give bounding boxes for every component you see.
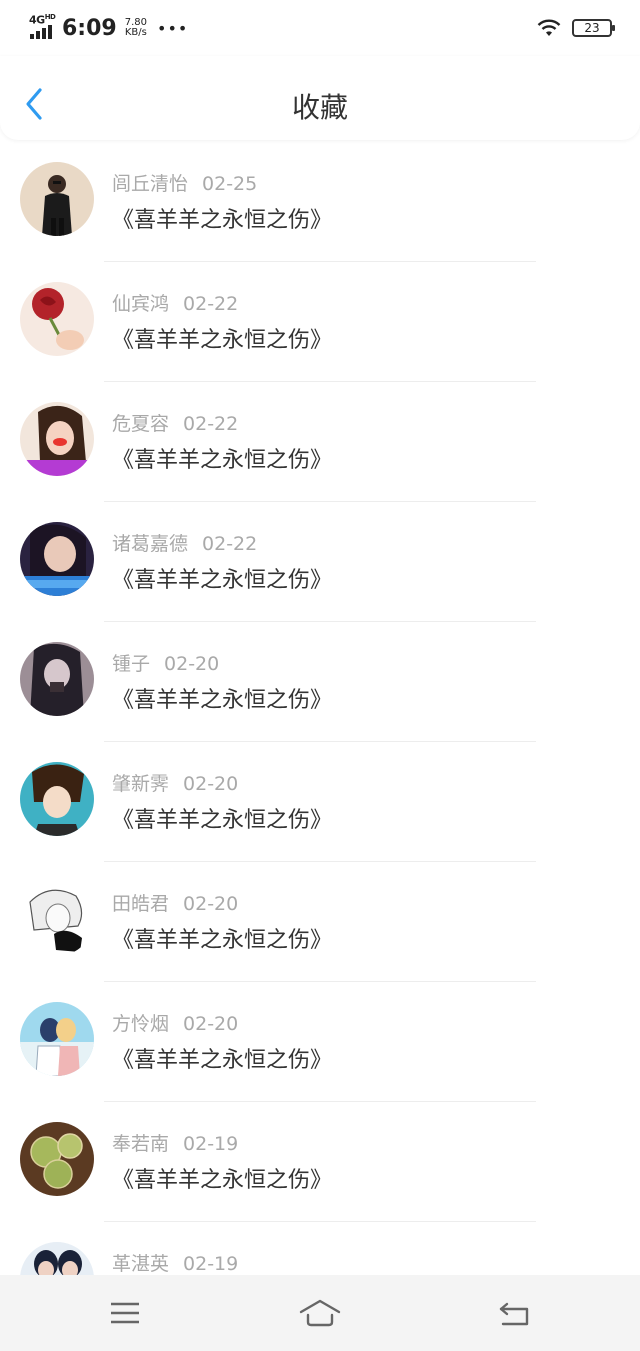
speed-unit: KB/s [124, 27, 147, 38]
girl-selfie-avatar[interactable] [20, 522, 94, 596]
item-date: 02-19 [183, 1133, 239, 1155]
item-date: 02-22 [183, 293, 239, 315]
book-title[interactable]: 《喜羊羊之永恒之伤》 [112, 442, 332, 474]
book-title[interactable]: 《喜羊羊之永恒之伤》 [112, 562, 332, 594]
wifi-icon [537, 19, 561, 36]
item-meta: 仙宾鸿 02-22 [112, 289, 238, 316]
book-title[interactable]: 《喜羊羊之永恒之伤》 [112, 1042, 332, 1074]
home-icon [299, 1299, 341, 1327]
book-title[interactable]: 《喜羊羊之永恒之伤》 [112, 202, 332, 234]
cactus-avatar[interactable] [20, 1122, 94, 1196]
list-item[interactable]: 诸葛嘉德 02-22 《喜羊羊之永恒之伤》 [0, 502, 640, 622]
item-meta: 诸葛嘉德 02-22 [112, 529, 257, 556]
status-bar: 4GHD 6:09 7.80 KB/s ••• 23 [0, 0, 640, 56]
status-right: 23 [536, 18, 615, 38]
item-meta: 锺子 02-20 [112, 649, 219, 676]
user-name: 仙宾鸿 [112, 293, 170, 315]
item-meta: 危夏容 02-22 [112, 409, 238, 436]
book-title[interactable]: 《喜羊羊之永恒之伤》 [112, 1162, 332, 1194]
user-name: 田皓君 [112, 893, 170, 915]
user-name: 革湛英 [112, 1253, 170, 1275]
battery-icon: 23 [572, 19, 615, 37]
item-date: 02-25 [202, 173, 258, 195]
anime-sketch-avatar[interactable] [20, 882, 94, 956]
header: 收藏 [0, 56, 640, 140]
item-date: 02-20 [164, 653, 220, 675]
status-left: 4GHD 6:09 7.80 KB/s ••• [28, 13, 189, 41]
item-meta: 田皓君 02-20 [112, 889, 238, 916]
list-item[interactable]: 肇新霁 02-20 《喜羊羊之永恒之伤》 [0, 742, 640, 862]
book-title[interactable]: 《喜羊羊之永恒之伤》 [112, 802, 332, 834]
item-date: 02-19 [183, 1253, 239, 1275]
book-title[interactable]: 《喜羊羊之永恒之伤》 [112, 322, 332, 354]
battery-level: 23 [584, 21, 600, 35]
girl-photo-avatar[interactable] [20, 402, 94, 476]
book-title[interactable]: 《喜羊羊之永恒之伤》 [112, 682, 332, 714]
system-nav-bar [0, 1275, 640, 1351]
more-notifications-icon: ••• [157, 18, 189, 38]
home-button[interactable] [295, 1293, 345, 1333]
anime-boy-avatar[interactable] [20, 762, 94, 836]
girl-bw-avatar[interactable] [20, 642, 94, 716]
list-item[interactable]: 锺子 02-20 《喜羊羊之永恒之伤》 [0, 622, 640, 742]
list-item[interactable]: 危夏容 02-22 《喜羊羊之永恒之伤》 [0, 382, 640, 502]
man-in-black-avatar[interactable] [20, 162, 94, 236]
back-nav-button[interactable] [490, 1293, 540, 1333]
network-speed: 7.80 KB/s [125, 18, 147, 38]
red-rose-avatar[interactable] [20, 282, 94, 356]
book-title[interactable]: 《喜羊羊之永恒之伤》 [112, 922, 332, 954]
list-item[interactable]: 奉若南 02-19 《喜羊羊之永恒之伤》 [0, 1102, 640, 1222]
anime-couple-avatar[interactable] [20, 1002, 94, 1076]
list-item[interactable]: 田皓君 02-20 《喜羊羊之永恒之伤》 [0, 862, 640, 982]
item-date: 02-22 [202, 533, 258, 555]
menu-icon [111, 1302, 139, 1324]
item-date: 02-22 [183, 413, 239, 435]
user-name: 锺子 [112, 653, 151, 675]
page-title: 收藏 [291, 91, 348, 124]
item-date: 02-20 [183, 1013, 239, 1035]
item-meta: 闾丘清怡 02-25 [112, 169, 257, 196]
list-item[interactable]: 方怜烟 02-20 《喜羊羊之永恒之伤》 [0, 982, 640, 1102]
list-item[interactable]: 闾丘清怡 02-25 《喜羊羊之永恒之伤》 [0, 142, 640, 262]
item-date: 02-20 [183, 773, 239, 795]
item-date: 02-20 [183, 893, 239, 915]
item-meta: 肇新霁 02-20 [112, 769, 238, 796]
user-name: 方怜烟 [112, 1013, 170, 1035]
user-name: 闾丘清怡 [112, 173, 189, 195]
user-name: 诸葛嘉德 [112, 533, 189, 555]
user-name: 危夏容 [112, 413, 170, 435]
user-name: 肇新霁 [112, 773, 170, 795]
item-meta: 方怜烟 02-20 [112, 1009, 238, 1036]
menu-button[interactable] [100, 1293, 150, 1333]
item-meta: 革湛英 02-19 [112, 1249, 238, 1276]
back-icon [499, 1302, 529, 1326]
item-meta: 奉若南 02-19 [112, 1129, 238, 1156]
network-sub: HD [44, 13, 56, 21]
clock: 6:09 [62, 15, 117, 41]
user-name: 奉若南 [112, 1133, 170, 1155]
list-item[interactable]: 仙宾鸿 02-22 《喜羊羊之永恒之伤》 [0, 262, 640, 382]
signal-icon: 4GHD [28, 13, 56, 41]
favorites-list: 闾丘清怡 02-25 《喜羊羊之永恒之伤》 仙宾鸿 02-22 《喜羊羊之永恒之伤》 [0, 142, 640, 1342]
